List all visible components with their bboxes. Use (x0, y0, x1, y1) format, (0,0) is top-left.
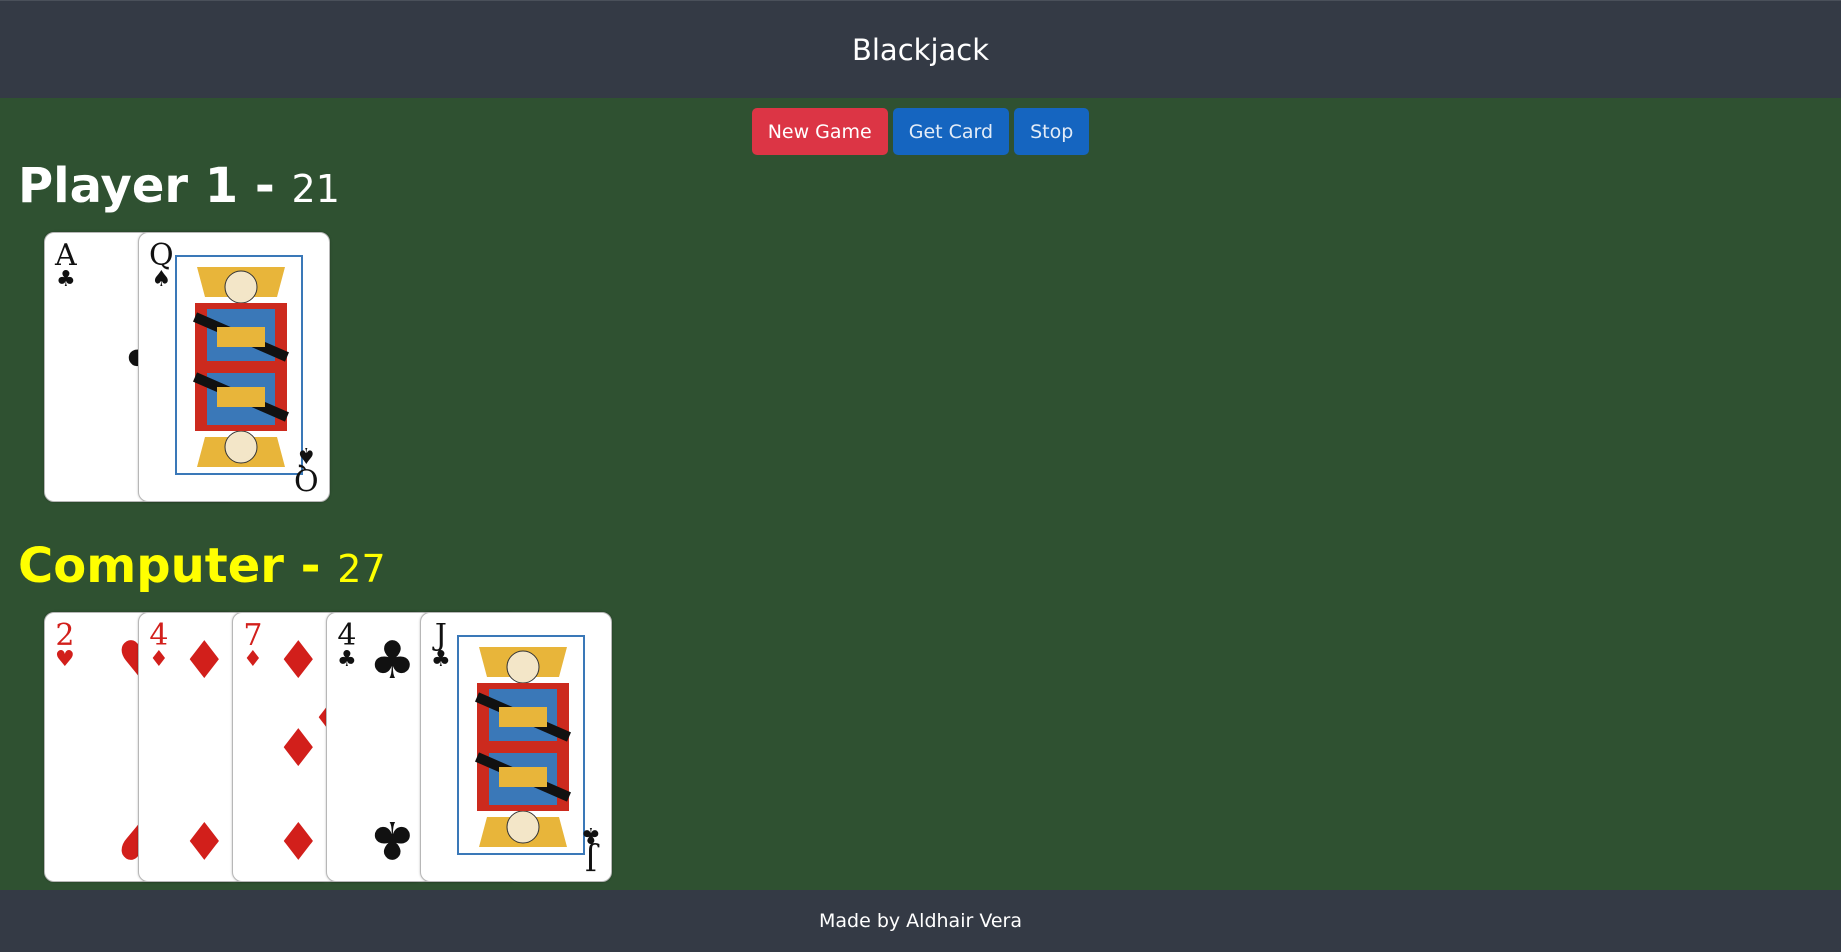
player-name: Player 1 (18, 158, 239, 214)
computer-name: Computer (18, 538, 284, 594)
playing-card: J ♣ J ♣ (420, 612, 612, 882)
computer-title: Computer - 27 (18, 538, 386, 594)
card-corner: Q ♠ (149, 241, 174, 291)
card-suit-icon: ♥ (55, 647, 75, 672)
court-card-art (175, 255, 303, 475)
new-game-button[interactable]: New Game (751, 108, 888, 155)
court-card-art (457, 635, 585, 855)
player-title: Player 1 - 21 (18, 158, 340, 214)
card-corner-bottom: Q ♠ (294, 442, 319, 496)
card-corner: J ♣ (431, 621, 451, 671)
card-corner: 4 ♣ (337, 621, 357, 671)
card-suit-icon: ♠ (151, 267, 172, 292)
playing-card: Q ♠ Q ♠ (138, 232, 330, 502)
game-controls: New Game Get Card Stop (0, 108, 1841, 155)
suit-pip-icon: ♦ (275, 719, 322, 779)
card-suit-icon: ♦ (149, 647, 169, 672)
card-rank: J (585, 841, 598, 876)
card-suit-icon: ♠ (296, 442, 317, 467)
player-separator: - (238, 158, 292, 214)
card-suit-icon: ♦ (243, 647, 263, 672)
app-title: Blackjack (851, 32, 990, 67)
app-footer: Made by Aldhair Vera (0, 890, 1841, 952)
stop-button[interactable]: Stop (1014, 108, 1090, 155)
computer-score: 27 (337, 547, 386, 591)
card-corner: 2 ♥ (55, 621, 75, 671)
player-score: 21 (291, 167, 340, 211)
suit-pip-icon: ♣ (369, 631, 416, 691)
suit-pip-icon: ♦ (275, 809, 322, 869)
card-suit-icon: ♣ (431, 647, 451, 672)
app-header: Blackjack (0, 0, 1841, 98)
suit-pip-icon: ♦ (181, 809, 228, 869)
card-corner-bottom: J ♣ (581, 822, 601, 876)
card-corner: A ♣ (55, 241, 77, 291)
card-rank: Q (294, 461, 319, 496)
footer-credit: Made by Aldhair Vera (819, 910, 1022, 932)
card-corner: 4 ♦ (149, 621, 169, 671)
card-suit-icon: ♣ (337, 647, 357, 672)
card-corner: 7 ♦ (243, 621, 263, 671)
card-suit-icon: ♣ (55, 267, 76, 292)
card-suit-icon: ♣ (581, 822, 601, 847)
suit-pip-icon: ♣ (369, 809, 416, 869)
suit-pip-icon: ♦ (275, 631, 322, 691)
computer-separator: - (283, 538, 338, 594)
suit-pip-icon: ♦ (181, 631, 228, 691)
get-card-button[interactable]: Get Card (892, 108, 1010, 155)
